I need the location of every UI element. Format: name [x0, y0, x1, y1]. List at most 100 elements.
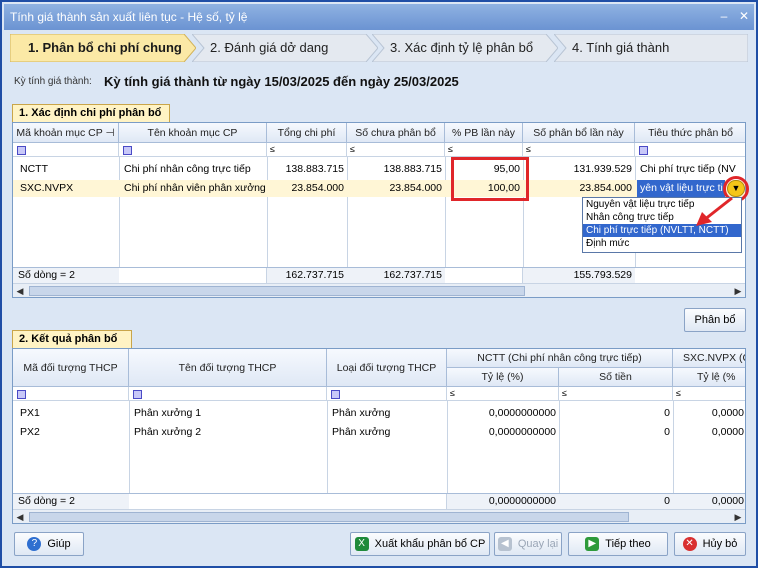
col-header-object-type[interactable]: Loại đối tượng THCP	[327, 349, 447, 387]
footer-allocated: 155.793.529	[573, 269, 632, 281]
window-title: Tính giá thành sản xuất liên tục - Hệ số…	[10, 10, 248, 24]
filter-box-icon	[331, 390, 340, 399]
filter-box-icon	[639, 146, 648, 155]
table-row[interactable]: PX2 Phân xưởng 2 Phân xưởng 0,0000000000…	[13, 424, 745, 441]
footer-blank	[119, 268, 267, 283]
filter-code[interactable]	[13, 143, 119, 157]
col-header-amount[interactable]: Số tiền	[559, 368, 673, 387]
step-4-tab[interactable]: 4. Tính giá thành	[554, 34, 748, 62]
filter-total[interactable]: ≤	[267, 143, 347, 157]
back-button[interactable]: ◀ Quay lại	[494, 532, 562, 556]
allocate-button[interactable]: Phân bổ	[684, 308, 746, 332]
title-bar: Tính giá thành sản xuất liên tục - Hệ số…	[4, 4, 754, 30]
dropdown-option[interactable]: Định mức	[583, 237, 741, 250]
wizard-steps: 1. Phân bổ chi phí chung 2. Đánh giá dở …	[10, 34, 748, 62]
cell-rate: 0,0000000000	[488, 426, 556, 438]
scroll-right-icon[interactable]: ▶	[731, 510, 745, 523]
col-header-rate2[interactable]: Tỷ lệ (%	[673, 368, 745, 387]
col-header-total[interactable]: Tổng chi phí	[267, 123, 347, 143]
filter-box-icon	[17, 146, 26, 155]
table-row[interactable]: PX1 Phân xưởng 1 Phân xưởng 0,0000000000…	[13, 405, 745, 422]
grid-footer: Số dòng = 2 0,0000000000 0 0,0000	[13, 493, 745, 509]
table-row[interactable]: NCTT Chi phí nhân công trực tiếp 138.883…	[13, 161, 745, 178]
cell-unallocated: 23.854.000	[389, 182, 442, 194]
cancel-label: Hủy bỏ	[702, 538, 738, 550]
filter-amount[interactable]: ≤	[559, 387, 673, 401]
filter-basis[interactable]	[635, 143, 745, 157]
cell-unallocated: 138.883.715	[383, 163, 442, 175]
step-4-label: 4. Tính giá thành	[572, 40, 670, 55]
footer-unallocated: 162.737.715	[383, 269, 442, 281]
filter-unallocated[interactable]: ≤	[347, 143, 445, 157]
footer-rate2: 0,0000	[711, 495, 744, 507]
close-icon[interactable]: ✕	[736, 8, 752, 24]
help-label: Giúp	[47, 538, 71, 550]
cell-object-code: PX1	[20, 407, 40, 419]
cell-code: SXC.NVPX	[20, 182, 74, 194]
col-header-pct[interactable]: % PB lần này	[445, 123, 523, 143]
next-button[interactable]: ▶ Tiếp theo	[568, 532, 668, 556]
filter-object-type[interactable]	[327, 387, 447, 401]
footer-rate: 0,0000000000	[488, 495, 556, 507]
step-2-label: 2. Đánh giá dở dang	[210, 40, 329, 55]
cell-total: 138.883.715	[285, 163, 344, 175]
step-3-tab[interactable]: 3. Xác định tỷ lệ phân bổ	[372, 34, 558, 62]
help-icon: ?	[27, 537, 42, 552]
scroll-left-icon[interactable]: ◀	[13, 284, 27, 297]
footer-blank	[129, 494, 447, 509]
row-count: Số dòng = 2	[18, 269, 75, 281]
col-header-basis[interactable]: Tiêu thức phân bổ	[635, 123, 745, 143]
cell-name: Chi phí nhân viên phân xưởng	[124, 182, 266, 194]
highlight-pct-box	[451, 157, 529, 201]
export-button[interactable]: X Xuất khẩu phân bổ CP	[350, 532, 490, 556]
col-group-nctt[interactable]: NCTT (Chi phí nhân công trực tiếp)	[447, 349, 673, 368]
cell-basis[interactable]: Chi phí trực tiếp (NV	[637, 161, 745, 178]
filter-op: ≤	[562, 388, 567, 398]
help-button[interactable]: ? Giúp	[14, 532, 84, 556]
filter-op: ≤	[350, 144, 355, 154]
cell-object-code: PX2	[20, 426, 40, 438]
table-row-selected[interactable]: SXC.NVPX Chi phí nhân viên phân xưởng 23…	[13, 180, 745, 197]
col-header-object-code[interactable]: Mã đối tượng THCP	[13, 349, 129, 387]
filter-op: ≤	[448, 144, 453, 154]
col-header-allocated[interactable]: Số phân bổ lần này	[523, 123, 635, 143]
scroll-left-icon[interactable]: ◀	[13, 510, 27, 523]
cancel-button[interactable]: ✕ Hủy bỏ	[674, 532, 746, 556]
filter-rate2[interactable]: ≤	[673, 387, 745, 401]
col-header-rate[interactable]: Tỷ lệ (%)	[447, 368, 559, 387]
row-count: Số dòng = 2	[18, 495, 75, 507]
filter-box-icon	[123, 146, 132, 155]
filter-box-icon	[17, 390, 26, 399]
filter-object-name[interactable]	[129, 387, 327, 401]
next-label: Tiếp theo	[605, 538, 651, 550]
cell-name: Chi phí nhân công trực tiếp	[124, 163, 251, 175]
step-1-label: 1. Phân bổ chi phí chung	[28, 40, 182, 55]
col-header-code[interactable]: Mã khoản mục CP ⊣	[13, 123, 119, 143]
col-header-unallocated[interactable]: Số chưa phân bổ	[347, 123, 445, 143]
cell-object-name: Phân xưởng 2	[134, 426, 202, 438]
filter-object-code[interactable]	[13, 387, 129, 401]
step-1-tab[interactable]: 1. Phân bổ chi phí chung	[10, 34, 196, 62]
step-2-tab[interactable]: 2. Đánh giá dở dang	[192, 34, 378, 62]
scroll-right-icon[interactable]: ▶	[731, 284, 745, 297]
filter-rate[interactable]: ≤	[447, 387, 559, 401]
col-group-sxc[interactable]: SXC.NVPX (C	[673, 349, 745, 368]
pin-icon[interactable]: ⊣	[105, 127, 114, 139]
filter-allocated[interactable]: ≤	[523, 143, 635, 157]
back-label: Quay lại	[517, 538, 559, 550]
section2-title: 2. Kết quả phân bổ	[12, 330, 132, 348]
cell-object-name: Phân xưởng 1	[134, 407, 202, 419]
scroll-thumb[interactable]	[29, 286, 525, 296]
excel-icon: X	[354, 537, 369, 552]
filter-name[interactable]	[119, 143, 267, 157]
footer-blank	[445, 268, 523, 283]
cell-amount: 0	[664, 426, 670, 438]
col-header-name[interactable]: Tên khoản mục CP	[119, 123, 267, 143]
filter-pct[interactable]: ≤	[445, 143, 523, 157]
minimize-icon[interactable]: –	[716, 8, 732, 24]
horizontal-scrollbar[interactable]: ◀ ▶	[13, 509, 745, 523]
horizontal-scrollbar[interactable]: ◀ ▶	[13, 283, 745, 297]
col-code-label: Mã khoản mục CP	[16, 127, 103, 139]
col-header-object-name[interactable]: Tên đối tượng THCP	[129, 349, 327, 387]
scroll-thumb[interactable]	[29, 512, 629, 522]
